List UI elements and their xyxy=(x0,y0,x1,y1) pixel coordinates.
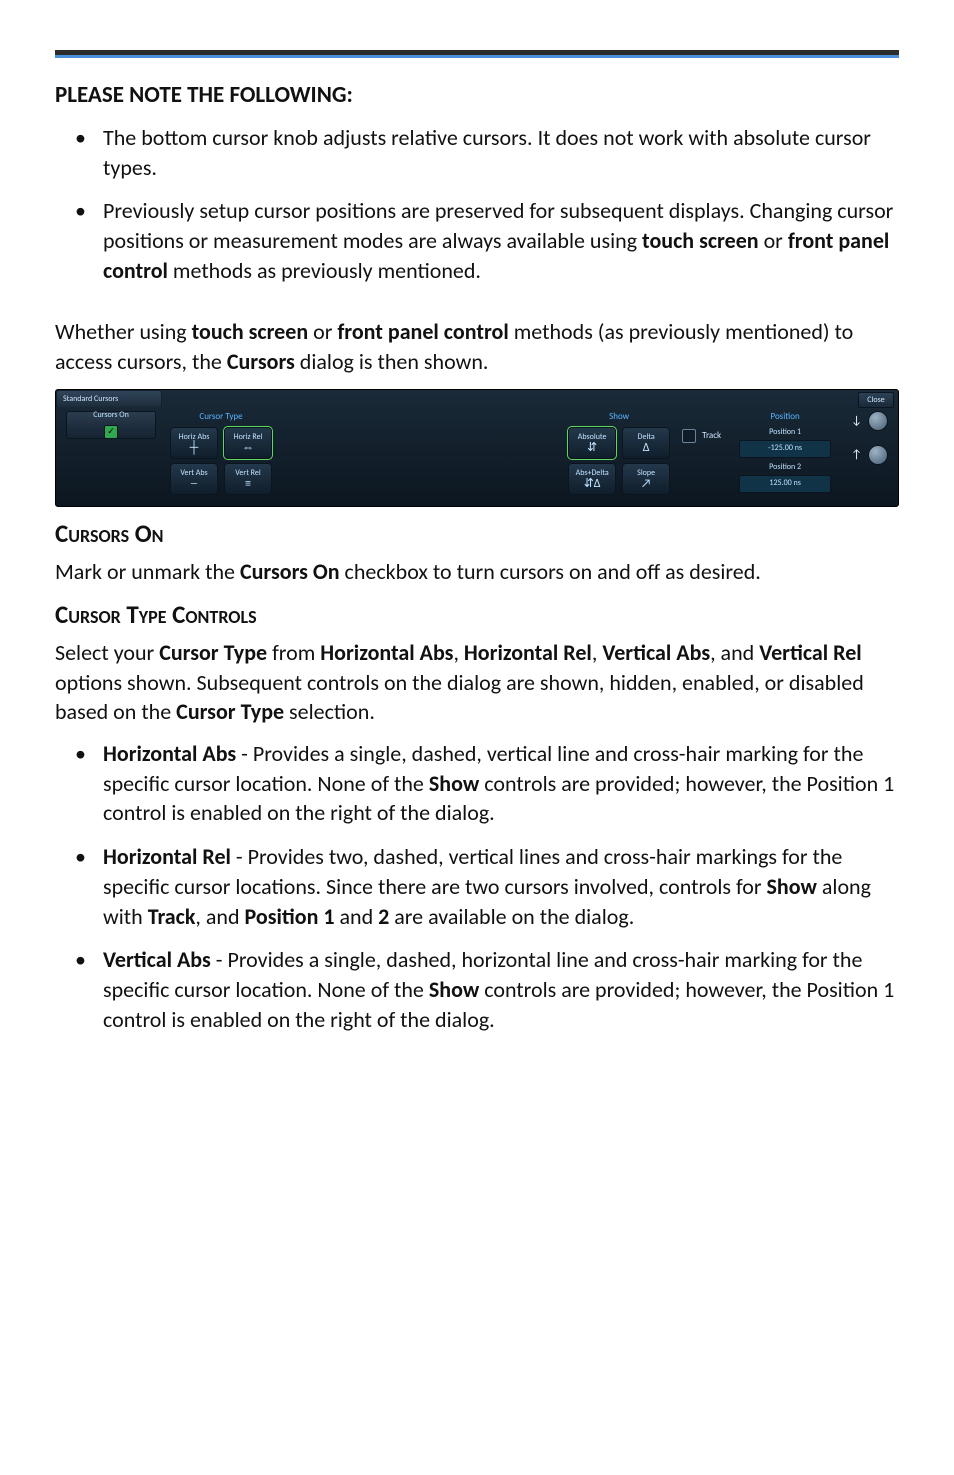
check-icon: ✓ xyxy=(104,425,118,439)
show-glyph-icon: ↗ xyxy=(641,478,652,490)
vert-abs-button[interactable]: Vert Abs─ xyxy=(170,463,218,495)
horiz-abs-button[interactable]: Horiz Abs┼ xyxy=(170,427,218,459)
cursor-type-list: Horizontal Abs - Provides a single, dash… xyxy=(55,739,899,1048)
position-2-knob[interactable]: ↑ xyxy=(851,445,888,465)
cursors-dialog-screenshot: Standard Cursors Close Cursors On ✓ Curs… xyxy=(55,389,899,507)
show-glyph-icon: Δ xyxy=(643,442,650,454)
cursor-glyph-icon: ┼ xyxy=(190,442,199,454)
top-rule xyxy=(55,50,899,58)
list-item: The bottom cursor knob adjusts relative … xyxy=(55,123,899,196)
cursor-type-controls-heading: Cursor Type Controls xyxy=(55,598,899,632)
position-2-field[interactable]: 125.00 ns xyxy=(739,475,831,493)
intro-paragraph: Whether using touch screen or front pane… xyxy=(55,317,899,376)
position-1-field[interactable]: -125.00 ns xyxy=(739,440,831,458)
list-item: Horizontal Abs - Provides a single, dash… xyxy=(55,739,899,842)
position-1-label: Position 1 xyxy=(769,427,801,438)
slope-button[interactable]: Slope↗ xyxy=(622,463,670,495)
abs-delta-button[interactable]: Abs+Delta⇵Δ xyxy=(568,463,616,495)
list-item: Previously setup cursor positions are pr… xyxy=(55,196,899,299)
note-list: The bottom cursor knob adjusts relative … xyxy=(55,123,899,299)
cursors-on-checkbox[interactable]: Cursors On ✓ xyxy=(66,411,156,439)
position-2-label: Position 2 xyxy=(769,462,801,473)
list-item: Horizontal Rel - Provides two, dashed, v… xyxy=(55,842,899,945)
list-item: Vertical Abs - Provides a single, dashed… xyxy=(55,945,899,1048)
dialog-tab[interactable]: Standard Cursors xyxy=(56,390,162,407)
absolute-button[interactable]: Absolute⇵ xyxy=(568,427,616,459)
down-arrow-icon: ↓ xyxy=(851,413,862,429)
checkbox-icon xyxy=(682,429,696,443)
cursors-on-heading: Cursors On xyxy=(55,517,899,551)
cursors-on-paragraph: Mark or unmark the Cursors On checkbox t… xyxy=(55,557,899,587)
track-checkbox[interactable]: Track xyxy=(682,429,721,443)
up-arrow-icon: ↑ xyxy=(851,447,862,463)
vert-rel-button[interactable]: Vert Rel≡ xyxy=(224,463,272,495)
cursor-glyph-icon: ─ xyxy=(191,478,197,490)
show-header: Show xyxy=(568,411,670,423)
cursor-glyph-icon: ≡ xyxy=(245,478,251,490)
horiz-rel-button[interactable]: Horiz Rel⇔ xyxy=(224,427,272,459)
position-1-knob[interactable]: ↓ xyxy=(851,411,888,431)
delta-button[interactable]: DeltaΔ xyxy=(622,427,670,459)
show-glyph-icon: ⇵Δ xyxy=(584,478,601,490)
cursor-type-header: Cursor Type xyxy=(170,411,272,423)
show-glyph-icon: ⇵ xyxy=(587,442,597,454)
close-button[interactable]: Close xyxy=(858,392,894,408)
cursor-glyph-icon: ⇔ xyxy=(242,442,254,454)
note-heading: PLEASE NOTE THE FOLLOWING: xyxy=(55,80,899,111)
cursor-type-paragraph: Select your Cursor Type from Horizontal … xyxy=(55,638,899,727)
position-header: Position xyxy=(739,411,831,423)
